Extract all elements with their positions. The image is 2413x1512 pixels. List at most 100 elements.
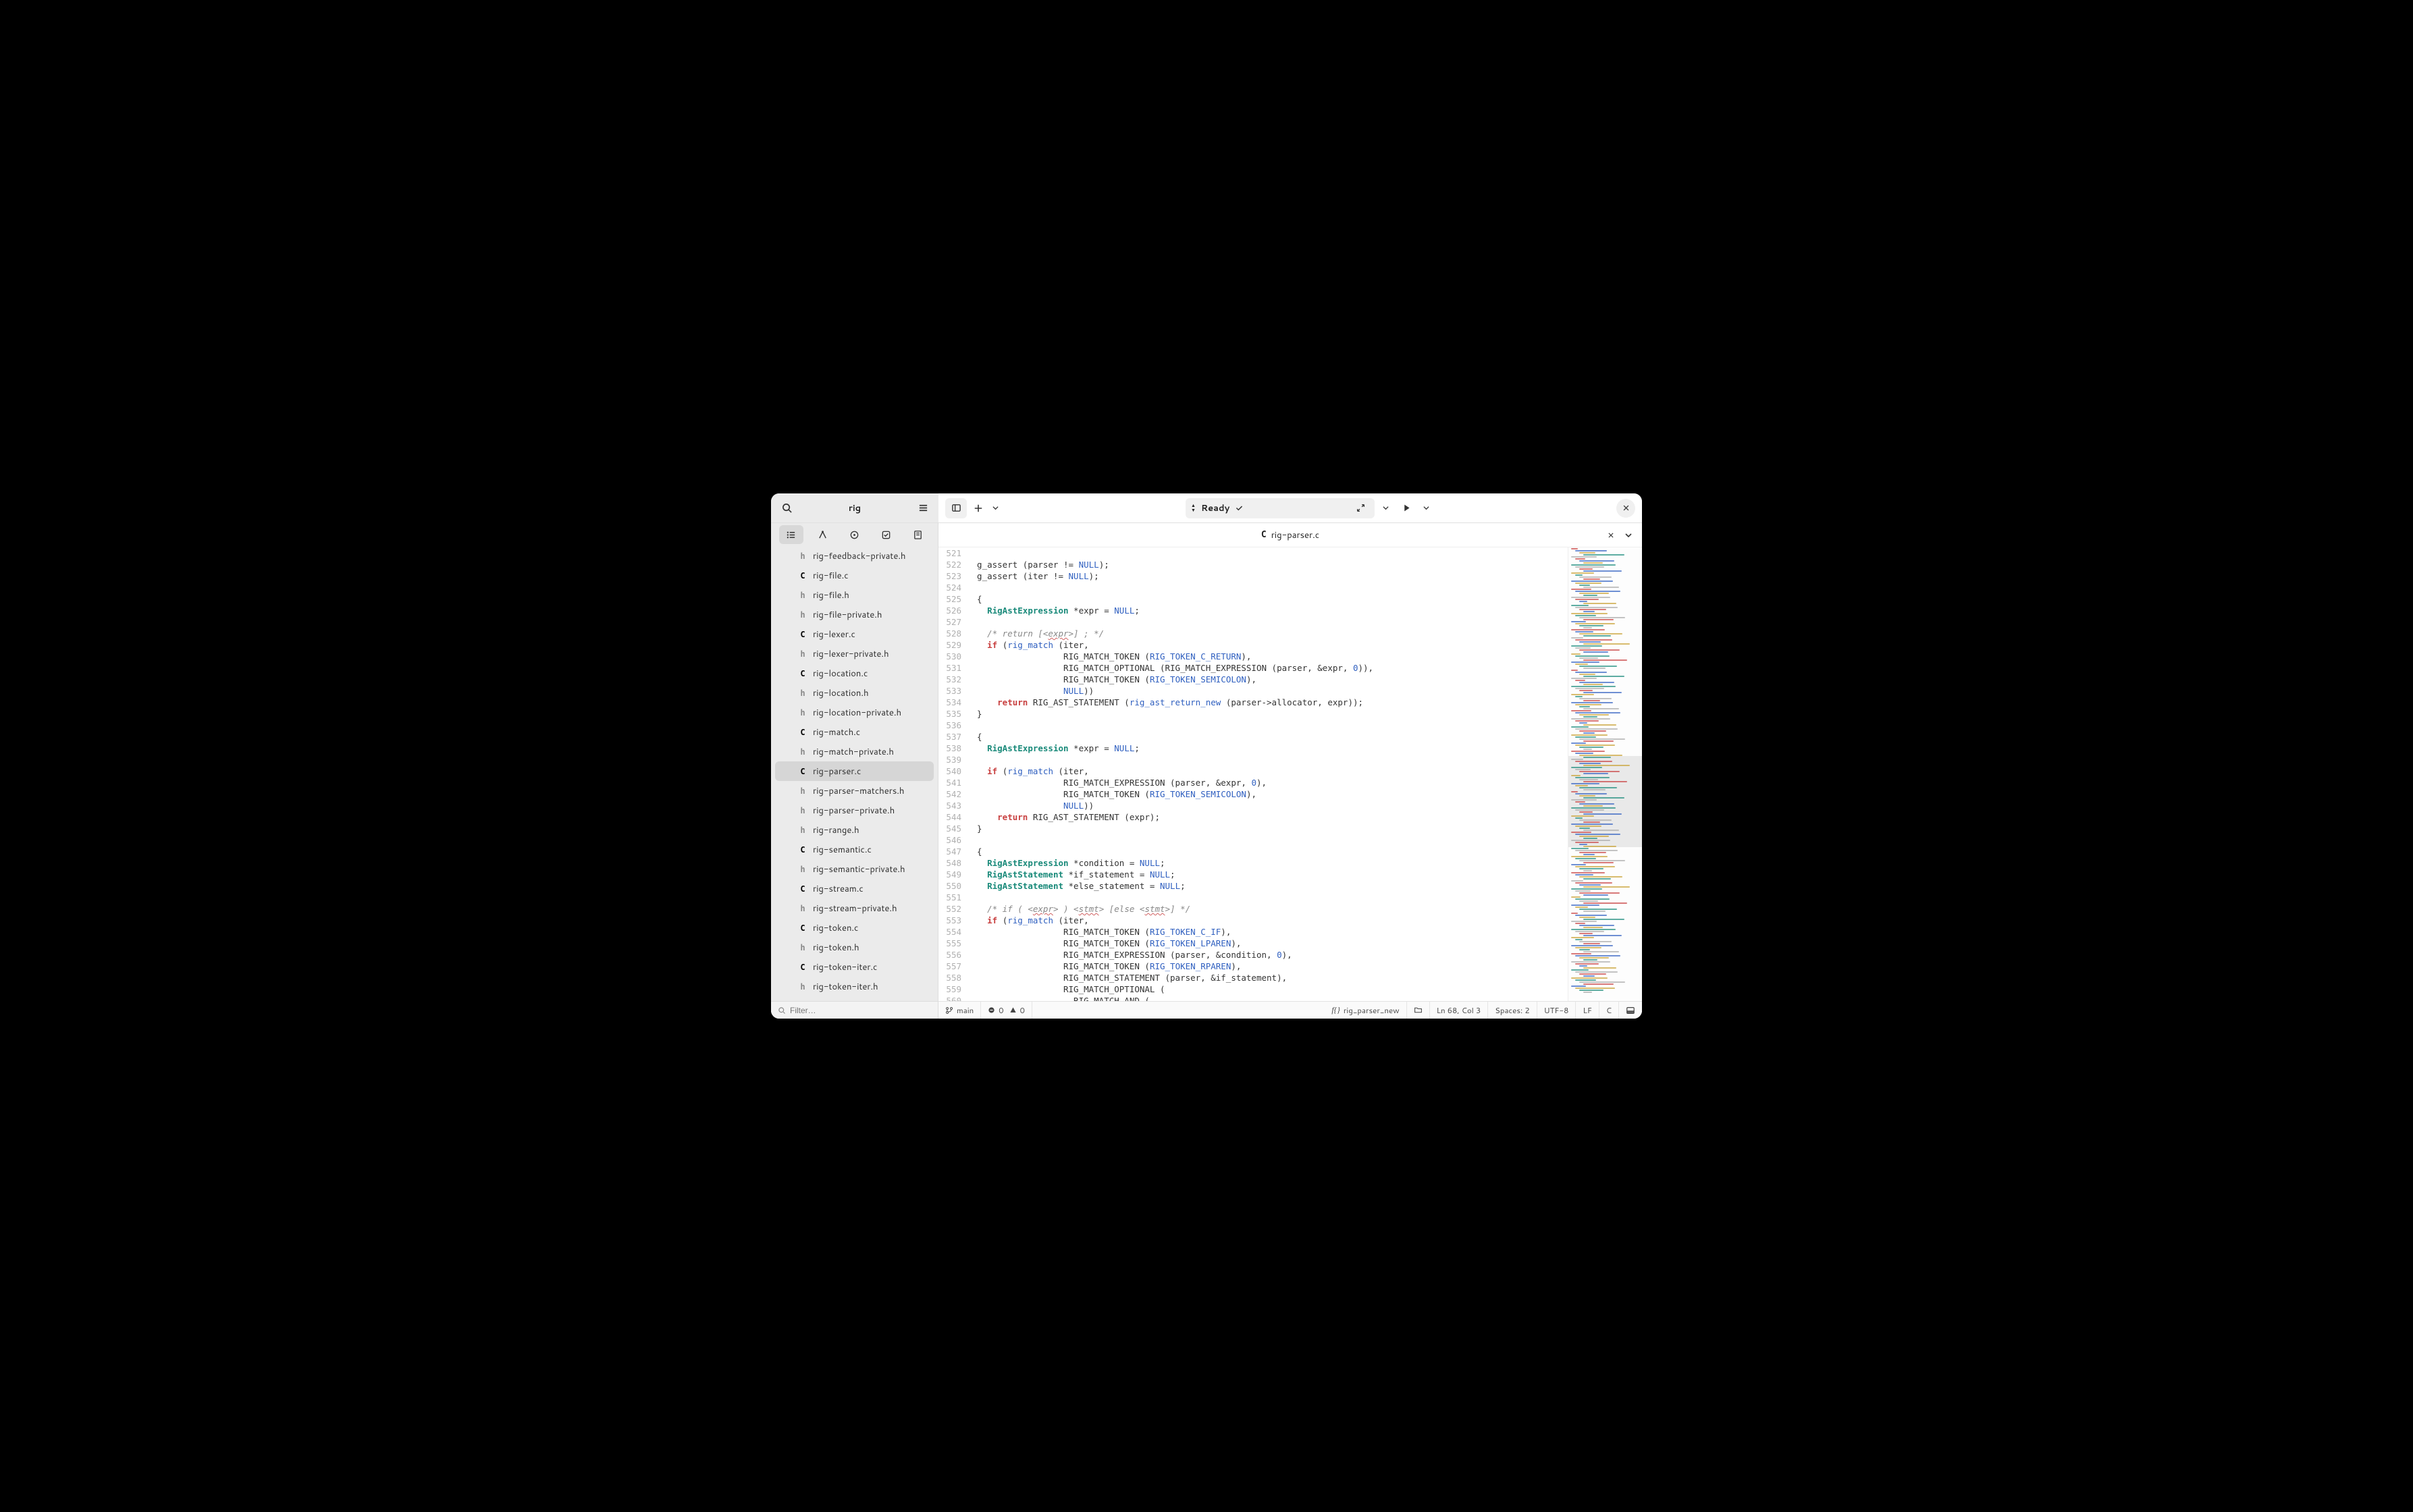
tab-menu-dropdown[interactable] [1620, 527, 1637, 543]
file-row[interactable]: Crig-semantic.c [775, 840, 934, 859]
filter-input[interactable] [790, 1006, 931, 1015]
new-tab-dropdown[interactable] [990, 498, 1001, 518]
check-icon [1235, 504, 1244, 512]
branch-icon [945, 1006, 953, 1015]
branch-name: main [957, 1004, 974, 1016]
header-file-icon: h [798, 610, 807, 620]
file-row[interactable]: hrig-location.h [775, 683, 934, 703]
active-tab[interactable]: C rig-parser.c [1261, 529, 1319, 541]
symbol-name: rig_parser_new [1344, 1004, 1400, 1016]
build-dropdown[interactable] [1379, 498, 1392, 518]
header-file-icon: h [798, 708, 807, 718]
folder-icon [1414, 1006, 1423, 1015]
targets-view-icon[interactable] [843, 525, 867, 544]
tab-bar: C rig-parser.c [938, 523, 1642, 547]
file-name-label: rig-stream.c [813, 883, 864, 895]
close-window-button[interactable] [1616, 499, 1635, 518]
c-file-icon: C [798, 571, 807, 580]
file-row[interactable]: Crig-lexer.c [775, 624, 934, 644]
file-row[interactable]: hrig-parser-matchers.h [775, 781, 934, 801]
file-name-label: rig-token-iter.c [813, 961, 877, 973]
open-folder-button[interactable] [1407, 1002, 1430, 1019]
run-button[interactable] [1396, 498, 1416, 518]
header-file-icon: h [798, 747, 807, 757]
file-row[interactable]: hrig-location-private.h [775, 703, 934, 722]
encoding-indicator[interactable]: UTF-8 [1537, 1002, 1576, 1019]
file-row[interactable]: hrig-file.h [775, 585, 934, 605]
file-row[interactable]: Crig-match.c [775, 722, 934, 742]
toggle-sidebar-button[interactable] [945, 498, 967, 518]
close-tab-button[interactable] [1603, 527, 1619, 543]
symbol-indicator[interactable]: f{} rig_parser_new [1325, 1002, 1406, 1019]
file-row[interactable]: h rig-stream-private.h [775, 898, 934, 918]
file-row[interactable]: Crig-file.c [775, 566, 934, 585]
file-row[interactable]: hrig-feedback-private.h [775, 546, 934, 566]
line-ending-indicator[interactable]: LF [1576, 1002, 1599, 1019]
hamburger-menu-icon[interactable] [913, 498, 933, 518]
c-file-icon: C [798, 728, 807, 737]
file-name-label: rig-range.h [813, 824, 859, 836]
language-indicator[interactable]: C [1599, 1002, 1619, 1019]
line-gutter: 5215225235245255265275285295305315325335… [938, 547, 967, 1001]
header-file-icon: h [798, 943, 807, 952]
file-row[interactable]: hrig-lexer-private.h [775, 644, 934, 664]
file-name-label: rig-file-private.h [813, 609, 882, 621]
vcs-view-icon[interactable] [811, 525, 835, 544]
project-title: rig [801, 502, 909, 514]
cursor-position[interactable]: Ln 68, Col 3 [1430, 1002, 1489, 1019]
expand-icon[interactable] [1356, 504, 1365, 512]
code-editor[interactable]: 5215225235245255265275285295305315325335… [938, 547, 1642, 1001]
branch-indicator[interactable]: main [938, 1002, 981, 1019]
search-icon[interactable] [776, 498, 797, 518]
tree-view-icon[interactable] [779, 525, 803, 544]
file-row[interactable]: Crig-stream.c [775, 879, 934, 898]
header-file-icon: h [798, 826, 807, 835]
file-name-label: rig-file.c [813, 570, 849, 582]
header-file-icon: h [798, 649, 807, 659]
header-file-icon: h [798, 904, 807, 913]
c-file-icon: C [798, 767, 807, 776]
file-row[interactable]: Crig-token-iter.c [775, 957, 934, 977]
file-row[interactable]: hrig-token.h [775, 938, 934, 957]
minimap[interactable] [1568, 547, 1642, 1001]
file-row[interactable]: hrig-parser-private.h [775, 801, 934, 820]
todo-view-icon[interactable] [874, 525, 899, 544]
code-content[interactable]: g_assert (parser != NULL); g_assert (ite… [967, 547, 1568, 1001]
toggle-bottom-panel-button[interactable] [1619, 1002, 1642, 1019]
file-row[interactable]: Crig-token.c [775, 918, 934, 938]
c-file-icon: C [798, 923, 807, 933]
file-type-icon: C [1261, 530, 1267, 540]
c-file-icon: C [798, 884, 807, 894]
file-row[interactable]: h rig-range.h [775, 820, 934, 840]
file-name-label: rig-location.c [813, 668, 868, 680]
sidebar-header: rig [771, 493, 938, 523]
tests-view-icon[interactable] [906, 525, 930, 544]
tab-filename: rig-parser.c [1271, 529, 1319, 541]
file-name-label: rig-match-private.h [813, 746, 894, 758]
file-name-label: rig-semantic.c [813, 844, 872, 856]
file-row[interactable]: Crig-parser.c [775, 761, 934, 781]
diagnostics-indicator[interactable]: 0 0 [981, 1002, 1032, 1019]
main-area: C rig-parser.c 5215225235245255265275285… [938, 523, 1642, 1019]
build-status-pill[interactable]: ▲▼ Ready [1186, 498, 1375, 518]
header-file-icon: h [798, 551, 807, 561]
run-dropdown[interactable] [1421, 498, 1431, 518]
header-file-icon: h [798, 786, 807, 796]
status-bar: main 0 0 f{} rig_parser_new Ln 68, Col 3 [938, 1001, 1642, 1019]
file-row[interactable]: Crig-location.c [775, 664, 934, 683]
build-status-label: Ready [1201, 502, 1229, 514]
file-name-label: rig-stream-private.h [813, 902, 897, 915]
file-name-label: rig-parser.c [813, 765, 861, 778]
file-row[interactable]: h rig-match-private.h [775, 742, 934, 761]
file-list[interactable]: hrig-feedback-private.hCrig-file.chrig-f… [771, 546, 938, 1001]
file-row[interactable]: hrig-token-iter.h [775, 977, 934, 996]
error-icon [988, 1006, 995, 1014]
new-tab-button[interactable] [971, 498, 986, 518]
file-row[interactable]: h rig-file-private.h [775, 605, 934, 624]
file-name-label: rig-location.h [813, 687, 869, 699]
sidebar: hrig-feedback-private.hCrig-file.chrig-f… [771, 523, 938, 1019]
file-row[interactable]: hrig-semantic-private.h [775, 859, 934, 879]
filter-bar [771, 1001, 938, 1019]
indentation-indicator[interactable]: Spaces: 2 [1488, 1002, 1537, 1019]
error-count: 0 [999, 1004, 1003, 1016]
